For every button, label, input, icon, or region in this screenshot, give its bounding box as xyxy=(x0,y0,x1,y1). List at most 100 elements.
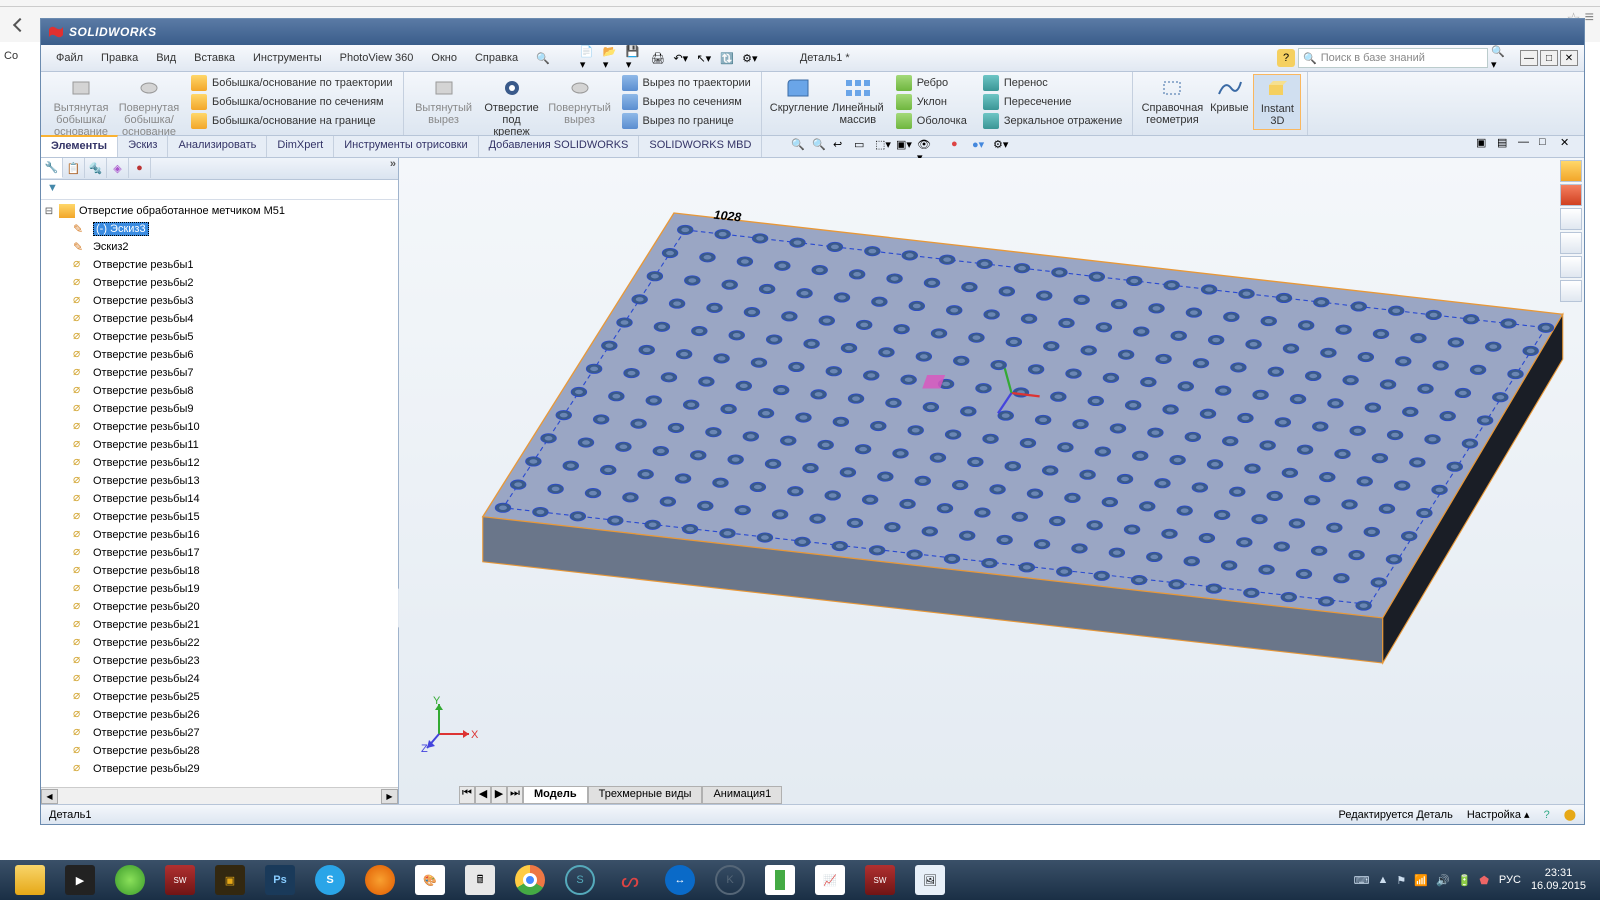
sweep-boss-button[interactable]: Бобышка/основание по траектории xyxy=(187,74,397,92)
sweep-cut-button[interactable]: Вырез по траектории xyxy=(618,74,755,92)
filter-bar[interactable]: ▼ xyxy=(41,180,398,200)
tab-animation[interactable]: Анимация1 xyxy=(702,786,782,804)
vp-tab-first[interactable]: ⏮ xyxy=(459,786,475,804)
hscroll-bar[interactable]: ◀ ▶ xyxy=(41,787,398,804)
vp-tab-next[interactable]: ▶ xyxy=(491,786,507,804)
appearance-icon[interactable]: ● xyxy=(951,138,969,156)
tray-shield-icon[interactable]: ⬟ xyxy=(1479,874,1489,887)
tree-hole-item[interactable]: Отверстие резьбы1 xyxy=(41,256,398,274)
vp-expand-icon[interactable]: ▣ xyxy=(1476,136,1494,154)
shell-button[interactable]: Оболочка xyxy=(892,112,971,130)
menu-help[interactable]: Справка xyxy=(466,49,527,67)
tab-3dviews[interactable]: Трехмерные виды xyxy=(588,786,703,804)
tray-network-icon[interactable]: 📶 xyxy=(1414,874,1428,887)
tb-green-test[interactable] xyxy=(758,863,802,897)
menu-window[interactable]: Окно xyxy=(422,49,466,67)
tb-paint[interactable]: 🎨 xyxy=(408,863,452,897)
tree-hole-item[interactable]: Отверстие резьбы9 xyxy=(41,400,398,418)
display-style-icon[interactable]: ▣▾ xyxy=(896,138,914,156)
tree-root-feature[interactable]: ⊟ Отверстие обработанное метчиком M51 xyxy=(41,202,398,220)
revolve-boss-button[interactable]: Повернутаябобышка/основание xyxy=(115,74,183,140)
zoom-area-icon[interactable]: 🔍 xyxy=(812,138,830,156)
revolve-cut-button[interactable]: Повернутыйвырез xyxy=(546,74,614,128)
status-warn-icon[interactable]: ⬤ xyxy=(1564,808,1576,821)
tree-hole-item[interactable]: Отверстие резьбы17 xyxy=(41,544,398,562)
menu-file[interactable]: Файл xyxy=(47,49,92,67)
sw-resources-icon[interactable] xyxy=(1560,160,1582,182)
tb-skype[interactable]: S xyxy=(308,863,352,897)
view-orientation-icon[interactable]: ⬚▾ xyxy=(875,138,893,156)
search-dropdown[interactable]: 🔍▾ xyxy=(1491,45,1509,71)
open-button[interactable]: 📂▾ xyxy=(602,48,622,68)
model-view[interactable]: 1028 xyxy=(449,168,1574,798)
tree-sketch2[interactable]: ✎ Эскиз2 xyxy=(41,238,398,256)
extrude-boss-button[interactable]: Вытянутаябобышка/основание xyxy=(47,74,115,140)
property-tab-icon[interactable]: 📋 xyxy=(63,158,85,178)
save-button[interactable]: 💾▾ xyxy=(625,48,645,68)
new-button[interactable]: 📄▾ xyxy=(579,48,599,68)
graphics-viewport[interactable]: 1028 X Y Z ⏮◀▶⏭ xyxy=(399,158,1584,804)
file-explorer-icon[interactable] xyxy=(1560,208,1582,230)
tray-up-icon[interactable]: ▲ xyxy=(1377,874,1388,887)
tree-hole-item[interactable]: Отверстие резьбы14 xyxy=(41,490,398,508)
tree-hole-item[interactable]: Отверстие резьбы5 xyxy=(41,328,398,346)
loft-cut-button[interactable]: Вырез по сечениям xyxy=(618,93,755,111)
maximize-button[interactable]: □ xyxy=(1540,50,1558,66)
tree-hole-item[interactable]: Отверстие резьбы20 xyxy=(41,598,398,616)
tb-calc[interactable]: 🖩 xyxy=(458,863,502,897)
vp-split-icon[interactable]: ▤ xyxy=(1497,136,1515,154)
dimxpert-tab-icon[interactable]: ◈ xyxy=(107,158,129,178)
vp-close-icon[interactable]: ✕ xyxy=(1560,136,1578,154)
tree-hole-item[interactable]: Отверстие резьбы3 xyxy=(41,292,398,310)
tb-video[interactable]: ▶ xyxy=(58,863,102,897)
tree-hole-item[interactable]: Отверстие резьбы27 xyxy=(41,724,398,742)
design-library-icon[interactable] xyxy=(1560,184,1582,206)
orientation-triad[interactable]: X Y Z xyxy=(419,694,479,754)
browser-back-button[interactable] xyxy=(8,13,32,37)
tb-image-viewer[interactable]: 🖼 xyxy=(908,863,952,897)
tray-volume-icon[interactable]: 🔊 xyxy=(1436,874,1450,887)
tree-hole-item[interactable]: Отверстие резьбы16 xyxy=(41,526,398,544)
tree-hole-item[interactable]: Отверстие резьбы12 xyxy=(41,454,398,472)
feature-tree[interactable]: ⊟ Отверстие обработанное метчиком M51 ✎ … xyxy=(41,200,398,787)
tb-circle-s[interactable]: S xyxy=(558,863,602,897)
tab-addins[interactable]: Добавления SOLIDWORKS xyxy=(479,136,640,157)
curves-button[interactable]: Кривые xyxy=(1205,74,1253,116)
tree-hole-item[interactable]: Отверстие резьбы6 xyxy=(41,346,398,364)
options-button[interactable]: ⚙▾ xyxy=(740,48,760,68)
input-language[interactable]: РУС xyxy=(1499,874,1521,886)
vp-tab-prev[interactable]: ◀ xyxy=(475,786,491,804)
tb-green-app[interactable] xyxy=(108,863,152,897)
tree-hole-item[interactable]: Отверстие резьбы24 xyxy=(41,670,398,688)
loft-boss-button[interactable]: Бобышка/основание по сечениям xyxy=(187,93,397,111)
tree-hole-item[interactable]: Отверстие резьбы10 xyxy=(41,418,398,436)
config-tab-icon[interactable]: 🔩 xyxy=(85,158,107,178)
tb-photoshop[interactable]: Ps xyxy=(258,863,302,897)
menu-photoview[interactable]: PhotoView 360 xyxy=(331,49,423,67)
status-help-icon[interactable]: ? xyxy=(1544,809,1550,821)
vp-max-icon[interactable]: □ xyxy=(1539,136,1557,154)
tree-hole-item[interactable]: Отверстие резьбы22 xyxy=(41,634,398,652)
tree-hole-item[interactable]: Отверстие резьбы28 xyxy=(41,742,398,760)
wrap-button[interactable]: Перенос xyxy=(979,74,1127,92)
tree-hole-item[interactable]: Отверстие резьбы29 xyxy=(41,760,398,778)
tree-hole-item[interactable]: Отверстие резьбы18 xyxy=(41,562,398,580)
tree-hole-item[interactable]: Отверстие резьбы25 xyxy=(41,688,398,706)
tab-evaluate[interactable]: Анализировать xyxy=(168,136,267,157)
tree-hole-item[interactable]: Отверстие резьбы13 xyxy=(41,472,398,490)
print-button[interactable]: 🖨 xyxy=(648,48,668,68)
appearances-icon[interactable] xyxy=(1560,256,1582,278)
tab-dimxpert[interactable]: DimXpert xyxy=(267,136,334,157)
help-bubble-icon[interactable]: ? xyxy=(1277,49,1295,67)
menu-icon[interactable]: ≡ xyxy=(1585,9,1594,29)
tree-hole-item[interactable]: Отверстие резьбы15 xyxy=(41,508,398,526)
extrude-cut-button[interactable]: Вытянутыйвырез xyxy=(410,74,478,128)
tab-features[interactable]: Элементы xyxy=(41,135,118,157)
hscroll-left[interactable]: ◀ xyxy=(41,789,58,804)
tree-hole-item[interactable]: Отверстие резьбы26 xyxy=(41,706,398,724)
custom-props-icon[interactable] xyxy=(1560,280,1582,302)
tb-sw2015-1[interactable]: SW xyxy=(158,863,202,897)
view-palette-icon[interactable] xyxy=(1560,232,1582,254)
reference-geometry-button[interactable]: Справочнаягеометрия xyxy=(1139,74,1205,128)
previous-view-icon[interactable]: ↩ xyxy=(833,138,851,156)
